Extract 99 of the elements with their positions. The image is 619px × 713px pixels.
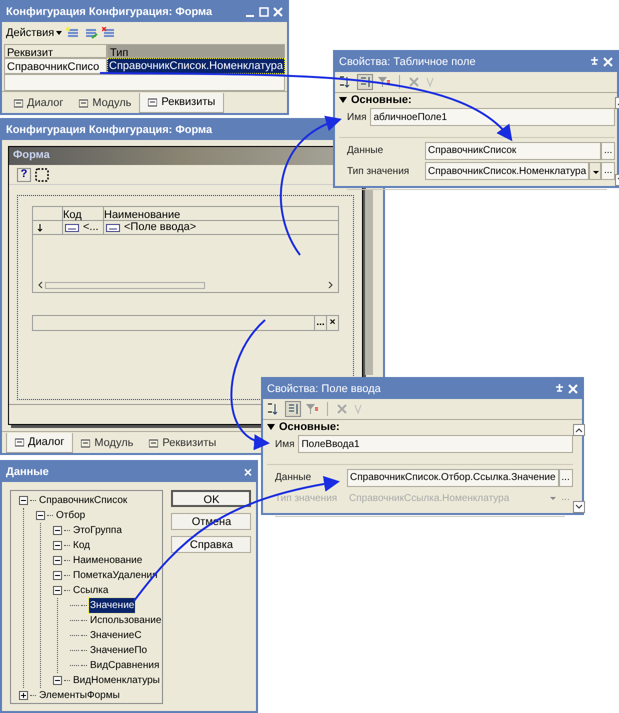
tree-item[interactable]: ЗначениеПо (89, 643, 148, 658)
dialog-button[interactable]: Справка (171, 536, 252, 553)
scroll-right-icon[interactable] (328, 281, 334, 289)
frame-icon[interactable] (35, 168, 49, 182)
tree-item[interactable]: ЭтоГруппа (72, 523, 123, 538)
property-label: Данные (347, 144, 384, 158)
close-icon[interactable] (603, 57, 613, 67)
tab[interactable]: Диалог (6, 93, 72, 113)
choose-button[interactable]: ... (601, 162, 616, 180)
column-header: Наименование (104, 208, 182, 220)
form-title: Форма (12, 148, 51, 163)
maximize-icon[interactable] (259, 7, 269, 17)
add-icon[interactable] (66, 27, 80, 39)
collapse-icon[interactable] (53, 526, 62, 535)
collapse-icon[interactable] (19, 496, 28, 505)
tree-item[interactable]: Код (72, 538, 92, 553)
section-heading: Основные: (279, 420, 340, 435)
property-label: Данные (275, 471, 312, 485)
column-header: Код (63, 207, 104, 220)
help-button[interactable]: ? (17, 168, 31, 182)
choose-button[interactable]: ... (558, 468, 573, 486)
categories-icon[interactable] (285, 401, 301, 417)
property-field[interactable]: СправочникСписок (425, 142, 602, 160)
window-title: Конфигурация Конфигурация: Форма (6, 122, 212, 138)
tree-item[interactable]: СправочникСписок (38, 493, 128, 508)
edit-icon[interactable] (84, 27, 98, 39)
dialog-button[interactable]: OK (171, 490, 252, 507)
filter-icon[interactable] (377, 75, 391, 89)
collapse-icon[interactable] (53, 571, 62, 580)
choose-button[interactable]: ... (601, 142, 616, 160)
property-field[interactable]: СправочникСписок.Номенклатура (425, 162, 590, 180)
field-button[interactable]: ... (314, 316, 326, 330)
tree-item[interactable]: Наименование (72, 553, 144, 568)
table-cell: СправочникСписо (4, 58, 107, 74)
section-heading: Основные: (351, 92, 412, 108)
field-icon (65, 224, 79, 232)
actions-menu[interactable]: Действия (6, 24, 62, 42)
tab-icon (81, 438, 90, 448)
tab-icon (149, 438, 158, 448)
tree-item[interactable]: Использование (89, 613, 162, 628)
window-title: Свойства: Поле ввода (267, 382, 381, 397)
property-field[interactable]: СправочникСписок.Отбор.Ссылка.Значение (347, 468, 559, 486)
window-title: Данные (6, 464, 49, 480)
collapse-icon[interactable] (53, 556, 62, 565)
collapse-icon[interactable] (53, 541, 62, 550)
window-title: Конфигурация Конфигурация: Форма (6, 4, 212, 20)
table-field[interactable]: Код Наименование <... <Поле ввода> (32, 206, 339, 293)
collapse-icon[interactable] (339, 97, 347, 103)
tree-item[interactable]: Ссылка (72, 583, 110, 598)
pin-icon[interactable] (590, 57, 599, 67)
scroll-left-icon[interactable] (37, 281, 43, 289)
collapse-icon[interactable] (53, 676, 62, 685)
tab-icon (79, 98, 88, 108)
field-button[interactable]: × (326, 316, 338, 330)
tree-item[interactable]: ВидСравнения (89, 658, 160, 673)
table-cell-text: <... (83, 220, 99, 236)
input-field[interactable]: ... × (32, 315, 339, 331)
tree-item[interactable]: ВидНоменклатуры (72, 673, 161, 688)
tab-icon (14, 98, 23, 108)
close-icon[interactable] (273, 7, 283, 17)
expand-icon[interactable] (19, 691, 28, 700)
collapse-icon[interactable] (36, 511, 45, 520)
pin-icon[interactable] (555, 384, 564, 394)
table-cell-text: <Поле ввода> (124, 220, 196, 236)
dropdown-icon[interactable] (589, 162, 602, 180)
table-cell[interactable]: СправочникСписок.Номенклатура (107, 58, 285, 74)
tab[interactable]: Реквизиты (139, 93, 224, 113)
tab[interactable]: Диалог (6, 433, 74, 453)
caret-icon (56, 31, 62, 35)
delete-icon[interactable] (102, 27, 116, 39)
close-button[interactable]: × (244, 465, 252, 479)
check-icon[interactable] (424, 76, 436, 88)
close-icon[interactable] (568, 384, 578, 394)
property-field[interactable]: абличноеПоле1 (370, 108, 616, 126)
check-icon[interactable] (352, 403, 364, 415)
filter-icon[interactable] (305, 402, 319, 416)
tree-item[interactable]: Отбор (55, 508, 86, 523)
tree-item[interactable]: Значение (89, 598, 136, 613)
scroll-up-icon[interactable] (572, 424, 585, 436)
tab-icon (15, 438, 24, 447)
tree-item[interactable]: ЭлементыФормы (38, 688, 121, 703)
delete-icon[interactable] (408, 76, 420, 88)
tab[interactable]: Реквизиты (141, 433, 224, 453)
column-header: Реквизит (4, 44, 107, 58)
row-marker-icon (37, 224, 43, 232)
scroll-down-icon[interactable] (572, 501, 585, 513)
column-header: Тип (107, 44, 285, 58)
property-label: Имя (347, 110, 366, 124)
property-label: Тип значения (347, 164, 410, 178)
tree-item[interactable]: ЗначениеС (89, 628, 143, 643)
window-title: Свойства: Табличное поле (339, 54, 476, 70)
tab[interactable]: Модуль (71, 93, 140, 113)
tab[interactable]: Модуль (73, 433, 142, 453)
collapse-icon[interactable] (53, 586, 62, 595)
tab-icon (148, 98, 158, 107)
scrollbar-thumb[interactable] (45, 282, 205, 288)
field-icon (106, 224, 120, 232)
property-label: Имя (275, 438, 294, 452)
property-field[interactable]: ПолеВвода1 (298, 435, 573, 453)
